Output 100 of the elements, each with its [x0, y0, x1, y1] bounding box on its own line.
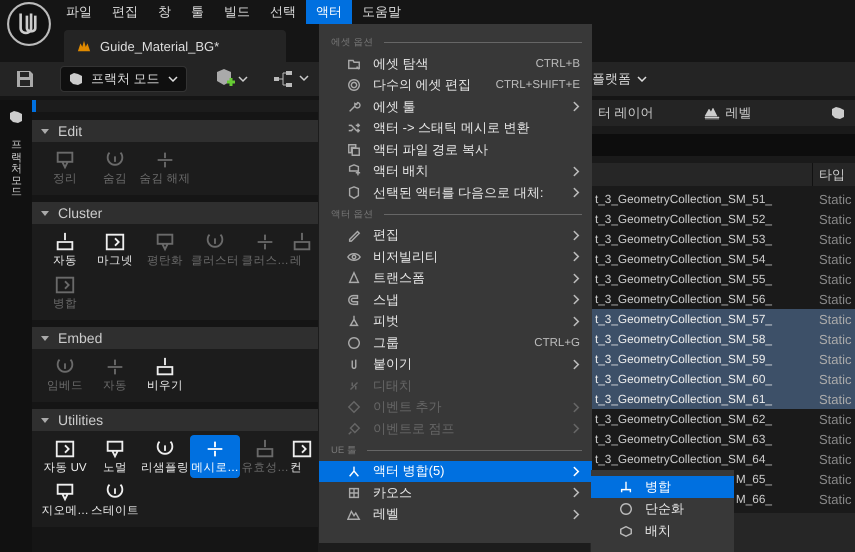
submenu-item[interactable]: 병합: [591, 476, 734, 498]
actor-name: t_3_GeometryCollection_SM_51_: [594, 192, 772, 206]
section-header[interactable]: Embed: [32, 327, 318, 349]
tool-button[interactable]: 자동: [40, 228, 90, 271]
tool-button[interactable]: 자동 UV: [40, 435, 90, 478]
tool-button[interactable]: 노멀: [90, 435, 140, 478]
actor-name: t_3_GeometryCollection_SM_57_: [594, 312, 772, 326]
menu-item-label: 피벗: [373, 312, 399, 330]
material-icon: [76, 39, 92, 53]
menu-item[interactable]: 레벨: [319, 504, 592, 525]
actor-type: Static: [818, 432, 853, 446]
menu-item-label: 액터 파일 경로 복사: [373, 140, 488, 159]
menu-item[interactable]: 피벗: [319, 310, 592, 332]
outliner-row[interactable]: t_3_GeometryCollection_SM_58_ Static: [590, 329, 855, 349]
outliner-tab[interactable]: 터 레이어: [590, 104, 654, 122]
caret-icon: [637, 76, 647, 82]
menu-item[interactable]: 선택된 액터를 다음으로 대체:: [319, 182, 592, 204]
caret-icon: [168, 76, 178, 82]
menu-item[interactable]: 창: [148, 0, 181, 24]
menu-item[interactable]: 에셋 툴: [319, 96, 592, 118]
actor-name: t_3_GeometryCollection_SM_54_: [594, 252, 772, 266]
hierarchy-icon: [619, 480, 633, 494]
actor-type: Static: [818, 292, 853, 306]
outliner-row[interactable]: t_3_GeometryCollection_SM_62_ Static: [590, 409, 855, 429]
section-header[interactable]: Edit: [32, 120, 318, 142]
menu-item[interactable]: 툴: [181, 0, 214, 24]
section-header[interactable]: Utilities: [32, 409, 318, 431]
menu-item[interactable]: 다수의 에셋 편집 CTRL+SHIFT+E: [319, 74, 592, 96]
tool-button[interactable]: 리샘플링: [140, 435, 190, 478]
outliner-row[interactable]: t_3_GeometryCollection_SM_64_ Static: [590, 449, 855, 469]
outliner-tab[interactable]: 레벨: [704, 104, 752, 122]
menu-item-label: 선택된 액터를 다음으로 대체:: [373, 184, 544, 202]
outliner-row[interactable]: t_3_GeometryCollection_SM_52_ Static: [590, 209, 855, 229]
menu-item[interactable]: 편집: [102, 0, 148, 24]
mountain-icon: [347, 507, 361, 522]
actor-type: Static: [818, 412, 853, 426]
menu-item[interactable]: 액터 파일 경로 복사: [319, 139, 592, 160]
actor-name: t_3_GeometryCollection_SM_63_: [594, 432, 772, 446]
menu-item[interactable]: 선택: [260, 0, 306, 24]
actor-type: Static: [818, 472, 853, 486]
tool-icon: [290, 438, 314, 460]
platforms-button[interactable]: 플랫폼: [592, 70, 647, 88]
shortcut-label: CTRL+SHIFT+E: [496, 79, 580, 92]
tool-button[interactable]: 지오메…: [40, 478, 90, 521]
actor-name: t_3_GeometryCollection_SM_60_: [594, 372, 772, 386]
logo-icon[interactable]: [6, 1, 52, 47]
outliner-row[interactable]: t_3_GeometryCollection_SM_60_ Static: [590, 369, 855, 389]
tool-button[interactable]: 컨: [290, 435, 318, 478]
tool-button[interactable]: 마그넷: [90, 228, 140, 271]
menu-item[interactable]: 액터: [306, 0, 352, 24]
menu-item[interactable]: 액터 병합(5): [319, 460, 592, 482]
column-header[interactable]: 타입: [813, 163, 855, 186]
mountain-icon: [704, 106, 720, 120]
tool-button[interactable]: 메시로…: [190, 435, 240, 478]
menu-item[interactable]: 에셋 탐색 CTRL+B: [319, 53, 592, 74]
submenu-label: 단순화: [645, 500, 684, 518]
outliner-row[interactable]: t_3_GeometryCollection_SM_56_ Static: [590, 289, 855, 309]
document-tab[interactable]: Guide_Material_BG*: [64, 30, 286, 62]
tool-button[interactable]: 비우기: [140, 353, 190, 396]
menu-item-label: 레벨: [373, 505, 399, 524]
menu-item[interactable]: 트랜스폼: [319, 268, 592, 289]
menu-item[interactable]: 파일: [60, 0, 102, 24]
diamond-icon: [347, 400, 361, 414]
menu-item[interactable]: 비저빌리티: [319, 246, 592, 268]
menu-item-label: 붙이기: [373, 355, 412, 374]
menu-item[interactable]: 카오스: [319, 482, 592, 504]
outliner-row[interactable]: t_3_GeometryCollection_SM_59_ Static: [590, 349, 855, 369]
menu-item[interactable]: 그룹 CTRL+G: [319, 332, 592, 354]
menu-item[interactable]: 편집: [319, 224, 592, 246]
copy-icon: [347, 142, 361, 157]
node-graph-icon[interactable]: [272, 69, 311, 89]
menu-item-label: 액터 배치: [373, 162, 429, 180]
search-field[interactable]: [590, 134, 855, 156]
outliner-row[interactable]: t_3_GeometryCollection_SM_55_ Static: [590, 269, 855, 289]
menu-item[interactable]: 액터 배치: [319, 160, 592, 182]
menu-item[interactable]: 빌드: [214, 0, 260, 24]
outliner-row[interactable]: t_3_GeometryCollection_SM_51_ Static: [590, 189, 855, 209]
outliner-row[interactable]: t_3_GeometryCollection_SM_61_ Static: [590, 389, 855, 409]
mode-dropdown[interactable]: 프랙처 모드: [60, 66, 187, 92]
outliner-row[interactable]: t_3_GeometryCollection_SM_57_ Static: [590, 309, 855, 329]
actor-type: Static: [818, 192, 853, 206]
menu-item-label: 그룹: [373, 334, 399, 352]
menu-section-title: 에셋 옵션: [331, 36, 374, 49]
save-icon[interactable]: [16, 70, 34, 88]
menu-section-title: 액터 옵션: [331, 208, 374, 220]
tool-icon: [53, 274, 77, 296]
side-tab[interactable]: 프랙처 모드: [9, 130, 23, 194]
menu-item[interactable]: 도움말: [352, 0, 411, 24]
menu-item-label: 에셋 툴: [373, 98, 416, 116]
actor-type: Static: [818, 272, 853, 286]
outliner-row[interactable]: t_3_GeometryCollection_SM_63_ Static: [590, 429, 855, 449]
actor-type: Static: [818, 492, 853, 506]
menu-item[interactable]: 액터 -> 스태틱 메시로 변환: [319, 118, 592, 139]
menu-item[interactable]: 붙이기: [319, 354, 592, 375]
menu-item[interactable]: 스냅: [319, 289, 592, 310]
outliner-row[interactable]: t_3_GeometryCollection_SM_54_ Static: [590, 249, 855, 269]
tool-button[interactable]: 스테이트: [90, 478, 140, 521]
outliner-row[interactable]: t_3_GeometryCollection_SM_53_ Static: [590, 229, 855, 249]
submenu-item[interactable]: 단순화: [591, 498, 734, 520]
section-header[interactable]: Cluster: [32, 202, 318, 224]
